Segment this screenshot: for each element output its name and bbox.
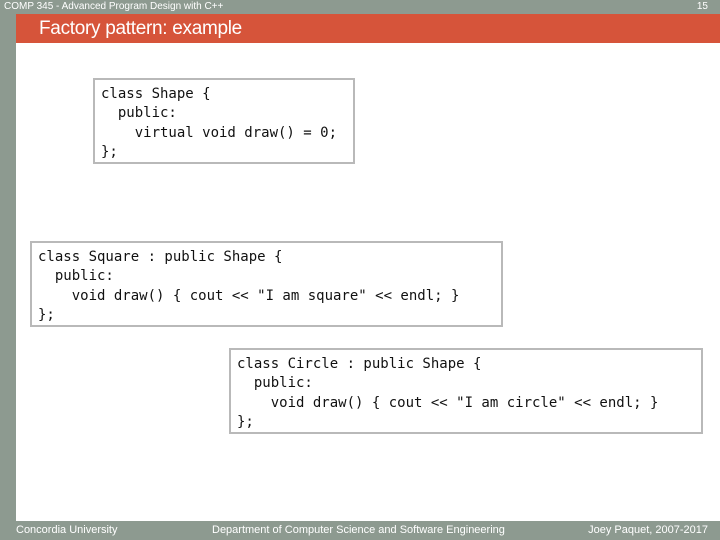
- code-line: public:: [38, 268, 114, 285]
- code-block-circle: class Circle : public Shape { public: vo…: [229, 348, 703, 434]
- code-line: public:: [237, 375, 313, 392]
- page-number: 15: [696, 1, 708, 12]
- slide-header: COMP 345 - Advanced Program Design with …: [0, 0, 720, 14]
- slide-footer: Concordia University Department of Compu…: [0, 521, 720, 540]
- course-title: COMP 345 - Advanced Program Design with …: [4, 1, 224, 12]
- footer-author: Joey Paquet, 2007-2017: [588, 524, 708, 536]
- code-line: };: [38, 306, 55, 323]
- code-line: class Circle : public Shape {: [237, 356, 482, 372]
- code-block-shape: class Shape { public: virtual void draw(…: [93, 78, 355, 164]
- slide-content: class Shape { public: virtual void draw(…: [16, 43, 720, 521]
- footer-department: Department of Computer Science and Softw…: [212, 524, 505, 536]
- code-line: class Square : public Shape {: [38, 249, 283, 265]
- code-line: virtual void draw() = 0;: [101, 124, 338, 141]
- code-line: };: [101, 143, 118, 160]
- slide-title-bar: Factory pattern: example: [16, 14, 720, 43]
- code-line: void draw() { cout << "I am square" << e…: [38, 287, 460, 304]
- code-line: class Shape {: [101, 86, 211, 102]
- code-line: };: [237, 413, 254, 430]
- code-block-square: class Square : public Shape { public: vo…: [30, 241, 503, 327]
- code-line: public:: [101, 105, 177, 122]
- slide-title: Factory pattern: example: [39, 18, 242, 39]
- code-line: void draw() { cout << "I am circle" << e…: [237, 394, 659, 411]
- footer-university: Concordia University: [16, 524, 118, 536]
